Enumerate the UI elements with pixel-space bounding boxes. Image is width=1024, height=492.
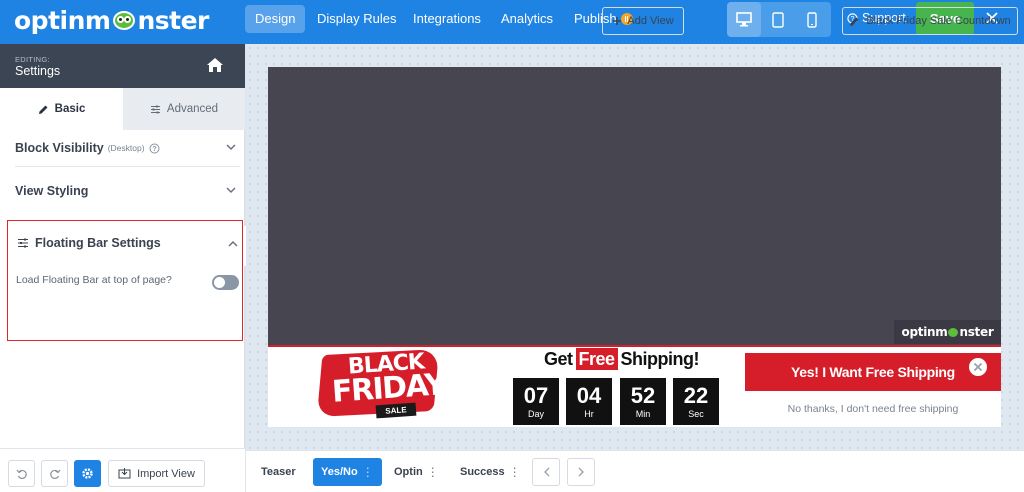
- editing-title: Settings: [15, 64, 61, 78]
- countdown-seconds: 22 Sec: [673, 378, 719, 425]
- optinmonster-watermark: optinm nster: [894, 320, 1001, 344]
- countdown-minutes: 52 Min: [620, 378, 666, 425]
- countdown-days: 07 Day: [513, 378, 559, 425]
- home-icon[interactable]: [206, 57, 224, 73]
- chevron-down-icon: [226, 144, 236, 151]
- chevron-left-icon: [543, 467, 549, 477]
- logo-text-end: nster: [137, 5, 209, 35]
- import-icon: [118, 468, 131, 479]
- nav-tab-integrations[interactable]: Integrations: [403, 5, 491, 33]
- sliders-icon: [18, 238, 28, 248]
- more-options-icon: ⋮: [426, 465, 439, 479]
- view-tab-success[interactable]: Success ⋮: [452, 458, 529, 486]
- campaign-name-button[interactable]: Black Friday Sale Countdown: [842, 7, 1018, 35]
- tablet-view-button[interactable]: [761, 2, 795, 37]
- nav-tab-analytics[interactable]: Analytics: [491, 5, 563, 33]
- undo-button[interactable]: [8, 460, 35, 487]
- black-friday-sale-graphic[interactable]: BLACK FRIDAY SALE: [316, 349, 446, 420]
- sidebar-footer: Import View: [0, 448, 245, 492]
- sliders-icon: [150, 105, 160, 113]
- next-view-button[interactable]: [567, 458, 595, 486]
- nav-tab-design[interactable]: Design: [245, 5, 306, 33]
- mobile-view-button[interactable]: [795, 2, 829, 37]
- countdown-hours: 04 Hr: [566, 378, 612, 425]
- view-tab-yes-no[interactable]: Yes/No ⋮: [313, 458, 382, 486]
- pencil-icon: [850, 17, 859, 26]
- views-bar: Teaser Yes/No ⋮ Optin ⋮ Success ⋮: [246, 450, 1024, 492]
- settings-sidebar: EDITING: Settings Basic Advanced Block V…: [0, 44, 245, 492]
- desktop-icon: [736, 12, 752, 27]
- device-switcher: [727, 2, 831, 37]
- optinmonster-logo[interactable]: optinm nster: [14, 5, 209, 35]
- view-styling-section[interactable]: View Styling: [15, 170, 240, 212]
- monster-mini-icon: [948, 327, 959, 337]
- settings-button[interactable]: [74, 460, 101, 487]
- more-options-icon: ⋮: [361, 465, 374, 479]
- mobile-icon: [807, 11, 817, 28]
- gear-icon: [82, 468, 93, 479]
- previous-view-button[interactable]: [532, 458, 560, 486]
- undo-icon: [16, 469, 27, 479]
- desktop-view-button[interactable]: [727, 2, 761, 37]
- logo-text-start: optinm: [14, 5, 111, 35]
- floating-bar-settings-header[interactable]: Floating Bar Settings: [17, 236, 161, 250]
- cta-button[interactable]: Yes! I Want Free Shipping: [745, 353, 1001, 391]
- pencil-icon: [38, 105, 48, 114]
- redo-button[interactable]: [41, 460, 68, 487]
- page-preview-background: [268, 67, 1001, 345]
- more-options-icon: ⋮: [508, 465, 521, 479]
- tablet-icon: [772, 11, 784, 28]
- block-visibility-section[interactable]: Block Visibility (Desktop) ?: [15, 127, 240, 169]
- chevron-right-icon: [578, 467, 584, 477]
- editing-caption: EDITING:: [15, 55, 50, 64]
- floating-bar-top-toggle[interactable]: [212, 275, 239, 290]
- view-tab-optin[interactable]: Optin ⋮: [386, 458, 447, 486]
- close-icon: [973, 362, 983, 372]
- svg-text:?: ?: [152, 146, 156, 153]
- sidebar-header: EDITING: Settings: [0, 44, 245, 88]
- chevron-down-icon: [226, 187, 236, 194]
- view-tab-teaser[interactable]: Teaser: [253, 458, 304, 486]
- floating-bar-toggle-label: Load Floating Bar at top of page?: [16, 274, 172, 286]
- floating-bar-settings-panel: Floating Bar Settings Load Floating Bar …: [7, 220, 243, 341]
- section-divider: [15, 166, 240, 167]
- tab-basic[interactable]: Basic: [0, 88, 123, 130]
- free-shipping-headline[interactable]: Get Free Shipping!: [544, 348, 700, 370]
- no-thanks-link[interactable]: No thanks, I don't need free shipping: [745, 403, 1001, 415]
- import-view-button[interactable]: Import View: [108, 460, 205, 487]
- help-circle-icon[interactable]: ?: [149, 143, 160, 154]
- nav-tab-display-rules[interactable]: Display Rules: [307, 5, 406, 33]
- monster-logo-icon: [111, 8, 137, 32]
- redo-icon: [49, 469, 60, 479]
- chevron-up-icon[interactable]: [228, 240, 238, 248]
- tab-advanced[interactable]: Advanced: [123, 88, 245, 130]
- add-view-button[interactable]: Add View: [602, 7, 684, 35]
- close-campaign-button[interactable]: [967, 356, 989, 378]
- plus-icon: [613, 17, 622, 25]
